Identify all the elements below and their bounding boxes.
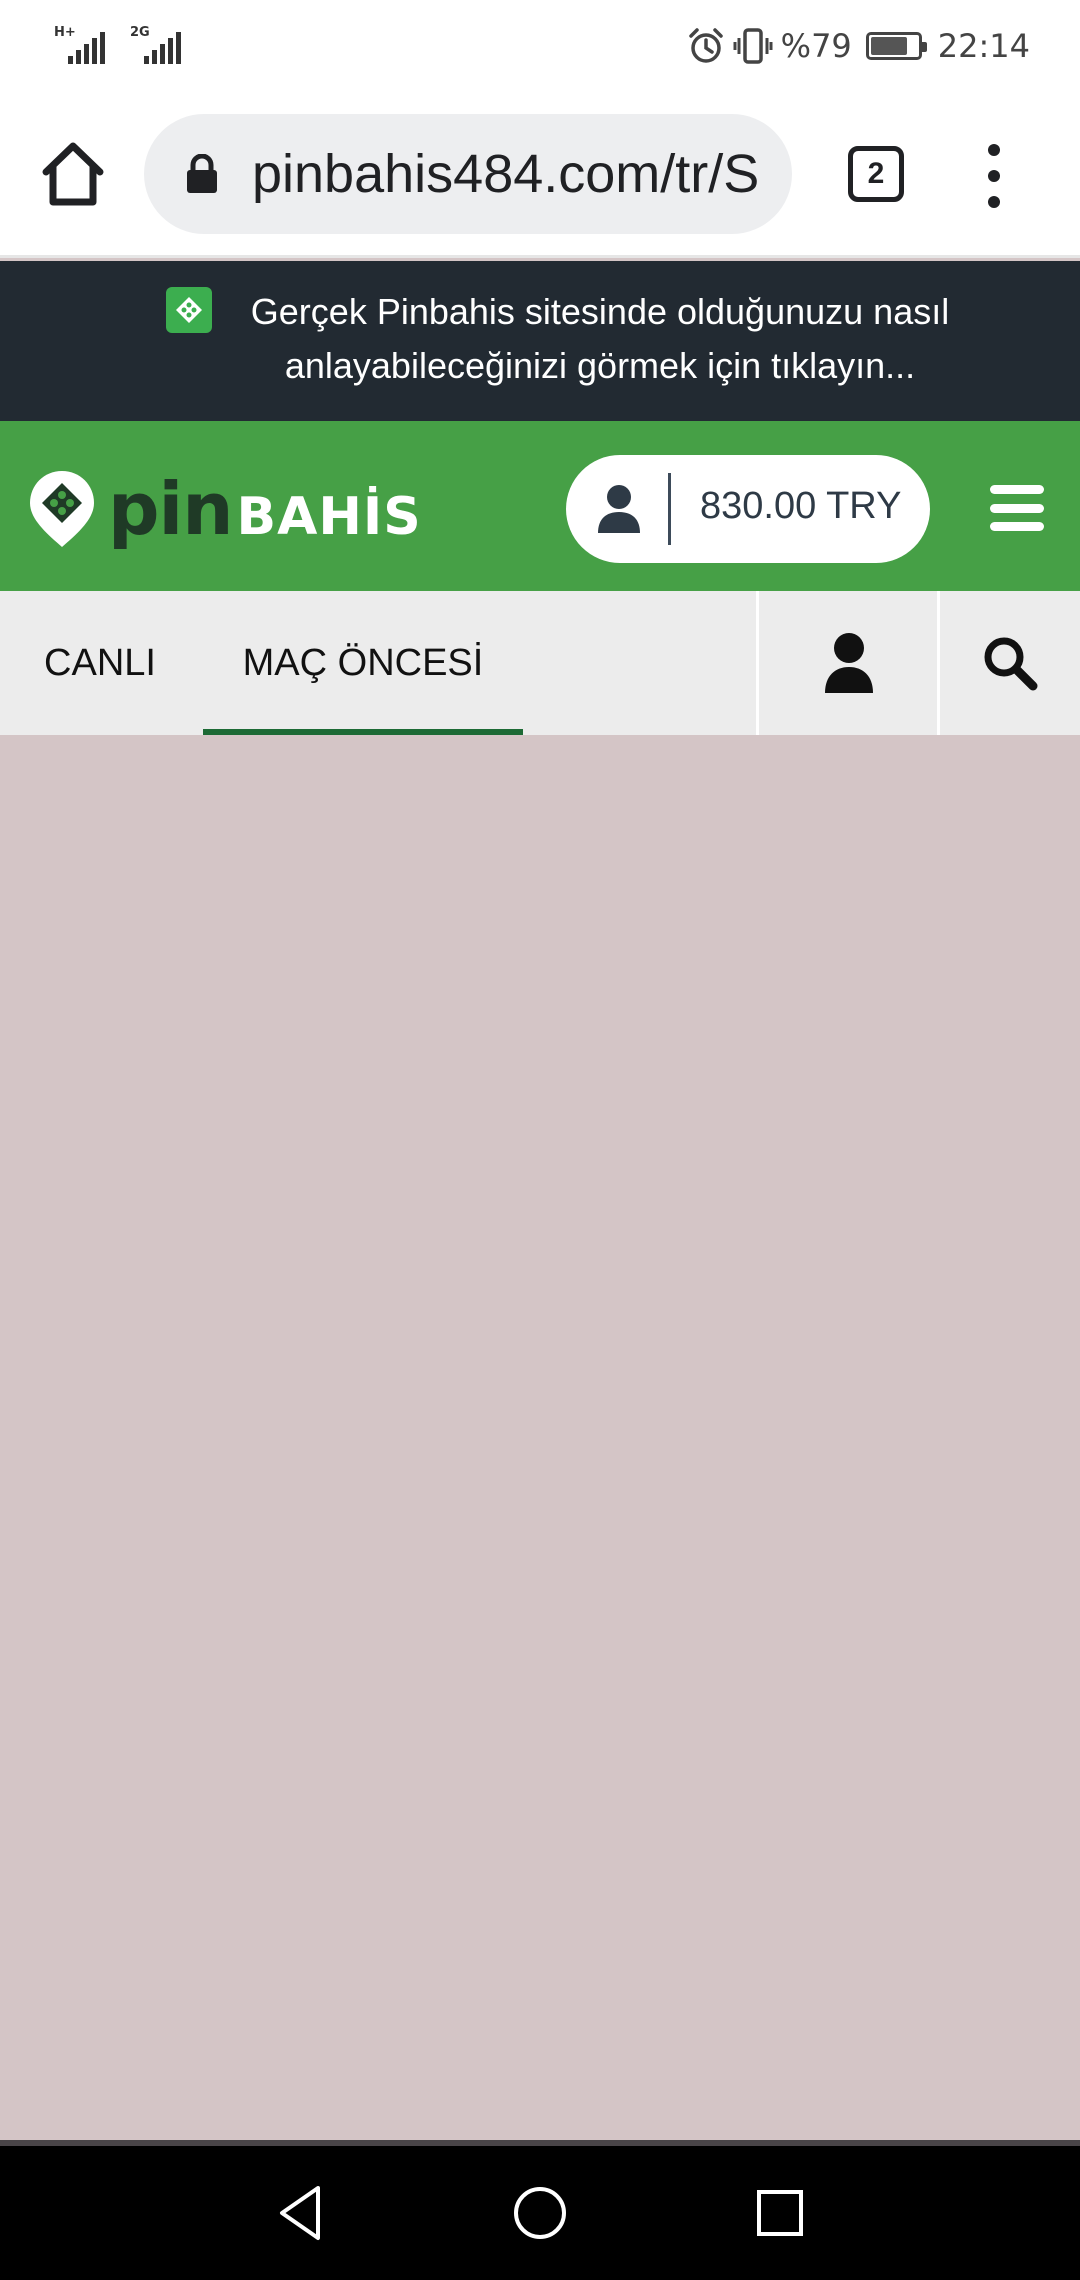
system-nav-bar	[0, 2146, 1080, 2280]
logo-bahis-text: BAHİS	[236, 487, 422, 547]
signal-1-icon: H+	[54, 26, 110, 64]
logo-pin-icon	[30, 471, 94, 547]
verification-banner[interactable]: Gerçek Pinbahis sitesinde olduğunuzu nas…	[0, 261, 1080, 421]
status-right: %79 22:14	[687, 22, 1030, 70]
overflow-menu-icon[interactable]	[980, 144, 1008, 208]
battery-level	[870, 37, 908, 55]
home-icon[interactable]	[38, 138, 108, 210]
tabs-icon[interactable]: 2	[848, 146, 904, 202]
back-icon[interactable]	[266, 2178, 336, 2248]
vibrate-icon	[733, 28, 773, 64]
lock-icon	[187, 154, 217, 193]
user-icon	[598, 485, 640, 533]
home-circle-icon[interactable]	[505, 2178, 575, 2248]
tab-count: 2	[867, 157, 885, 190]
tab-mac-oncesi-label: MAÇ ÖNCESİ	[242, 641, 484, 684]
clock: 22:14	[937, 27, 1030, 65]
account-balance-button[interactable]: 830.00 TRY	[566, 455, 930, 563]
battery-percent: %79	[780, 27, 852, 65]
sports-nav: CANLI MAÇ ÖNCESİ	[0, 591, 1080, 735]
main-content	[0, 735, 1080, 2143]
tab-canli[interactable]: CANLI	[0, 591, 200, 735]
url-text[interactable]: pinbahis484.com/tr/S	[252, 142, 772, 206]
alarm-icon	[688, 28, 723, 63]
banner-text[interactable]: Gerçek Pinbahis sitesinde olduğunuzu nas…	[180, 285, 1020, 393]
balance-text: 830.00 TRY	[700, 485, 902, 527]
profile-button[interactable]	[756, 591, 938, 735]
battery-icon	[865, 32, 927, 60]
tab-canli-label: CANLI	[44, 641, 156, 684]
user-icon	[824, 633, 873, 693]
site-header: pin BAHİS 830.00 TRY	[0, 421, 1080, 591]
hamburger-menu-icon[interactable]	[990, 485, 1044, 531]
tab-mac-oncesi[interactable]: MAÇ ÖNCESİ	[203, 591, 523, 735]
search-button[interactable]	[937, 591, 1080, 735]
address-bar[interactable]: pinbahis484.com/tr/S	[144, 114, 792, 234]
browser-toolbar: pinbahis484.com/tr/S 2	[0, 92, 1080, 258]
status-bar: H+ 2G %79 22:14	[0, 0, 1080, 92]
logo-pin-text: pin	[108, 467, 233, 551]
search-icon	[984, 637, 1038, 691]
pinbahis-logo[interactable]: pin BAHİS	[26, 465, 422, 553]
recents-icon[interactable]	[745, 2178, 815, 2248]
pill-divider	[668, 473, 671, 545]
signal-2-icon: 2G	[130, 26, 186, 64]
signal-indicators: H+ 2G	[54, 24, 186, 64]
